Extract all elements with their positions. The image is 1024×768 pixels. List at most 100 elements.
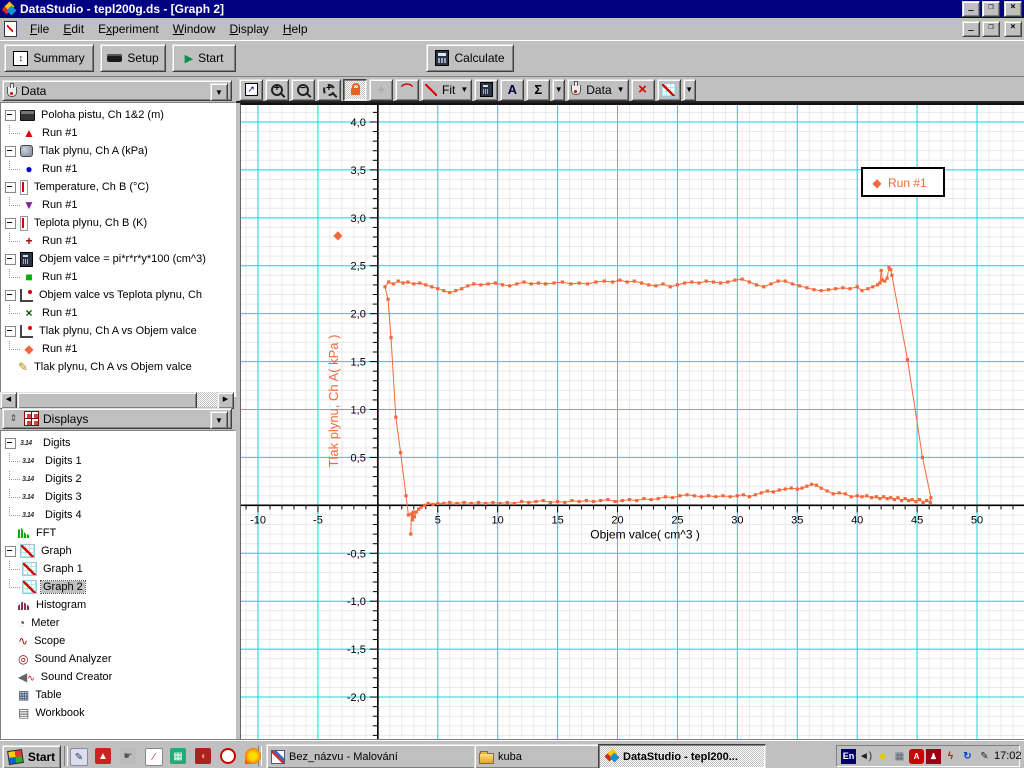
display-item-workbook[interactable]: ▤ Workbook: [1, 704, 235, 722]
data-panel-dropdown[interactable]: ▼: [210, 83, 228, 101]
data-item-0[interactable]: Poloha pistu, Ch 1&2 (m): [1, 106, 235, 124]
tray-scheduler-icon[interactable]: ▦: [892, 749, 907, 764]
menu-window[interactable]: Window: [166, 19, 223, 39]
quicklaunch-handheld-calc-icon[interactable]: ▦: [170, 748, 186, 764]
display-item-graph[interactable]: Graph: [1, 542, 235, 560]
data-run-2[interactable]: ▼ Run #1: [1, 196, 235, 214]
displays-panel-dropdown[interactable]: ▼: [210, 411, 228, 429]
tray-red-app-icon[interactable]: ♟: [926, 748, 941, 764]
taskbar-start-button[interactable]: Start: [2, 745, 61, 768]
smart-tool-button[interactable]: [343, 78, 367, 101]
display-item-digits-1[interactable]: 3.14 Digits 1: [1, 452, 235, 470]
display-item-digits[interactable]: 3.14 Digits: [1, 434, 235, 452]
fit-menu-button[interactable]: Fit ▼: [421, 78, 473, 101]
delete-button[interactable]: ×: [630, 78, 655, 101]
data-item-5[interactable]: Objem valce vs Teplota plynu, Ch: [1, 286, 235, 304]
calculator-button[interactable]: [474, 78, 499, 101]
scroll-right-button[interactable]: ▶: [217, 392, 234, 409]
data-run-5[interactable]: × Run #1: [1, 304, 235, 322]
calculate-button[interactable]: Calculate: [426, 44, 514, 72]
display-item-fft[interactable]: FFT: [1, 524, 235, 542]
tray-update-icon[interactable]: ↻: [960, 749, 975, 764]
menu-help[interactable]: Help: [276, 19, 315, 39]
data-item-2[interactable]: Temperature, Ch B (°C): [1, 178, 235, 196]
data-run-1[interactable]: ● Run #1: [1, 160, 235, 178]
display-item-digits-2[interactable]: 3.14 Digits 2: [1, 470, 235, 488]
expander-icon[interactable]: [5, 181, 16, 193]
graph-document-icon[interactable]: [4, 21, 17, 37]
expander-icon[interactable]: [5, 253, 16, 265]
task-button-paint[interactable]: Bez_názvu - Malování: [266, 744, 476, 768]
data-item-7[interactable]: ✎ Tlak plynu, Ch A vs Objem valce: [1, 358, 235, 376]
setup-button[interactable]: Setup: [100, 44, 166, 72]
expander-icon[interactable]: [5, 109, 16, 121]
data-item-4[interactable]: Objem valce = pi*r*r*y*100 (cm^3): [1, 250, 235, 268]
menu-display[interactable]: Display: [222, 19, 275, 39]
quicklaunch-paintbrush-page-icon[interactable]: ∕: [145, 748, 163, 766]
slope-tool-button[interactable]: ⌒: [395, 78, 419, 101]
data-panel-header[interactable]: Data ▼: [2, 80, 232, 101]
data-item-3[interactable]: Teplota plynu, Ch B (K): [1, 214, 235, 232]
data-item-1[interactable]: Tlak plynu, Ch A (kPa): [1, 142, 235, 160]
data-run-3[interactable]: + Run #1: [1, 232, 235, 250]
graph-settings-dropdown-button[interactable]: ▼: [682, 78, 696, 101]
zoom-select-button[interactable]: +: [317, 78, 341, 101]
data-item-6[interactable]: Tlak plynu, Ch A vs Objem valce: [1, 322, 235, 340]
task-button-datastudio[interactable]: DataStudio - tepl200...: [598, 744, 766, 768]
datastudio-app-icon[interactable]: [1, 1, 17, 16]
display-item-histogram[interactable]: Histogram: [1, 596, 235, 614]
data-menu-button[interactable]: Data ▼: [567, 78, 629, 101]
expander-icon[interactable]: [5, 545, 16, 557]
data-run-0[interactable]: ▲ Run #1: [1, 124, 235, 142]
close-button[interactable]: ×: [1004, 1, 1022, 17]
menu-experiment[interactable]: Experiment: [91, 19, 166, 39]
displays-panel-header[interactable]: ⇕ Displays ▼: [2, 408, 232, 429]
quicklaunch-dragon-icon[interactable]: ◖: [195, 748, 211, 764]
menu-edit[interactable]: Edit: [56, 19, 91, 39]
minimize-button[interactable]: _: [962, 1, 980, 17]
menu-file[interactable]: File: [23, 19, 56, 39]
display-item-digits-4[interactable]: 3.14 Digits 4: [1, 506, 235, 524]
statistics-dropdown-button[interactable]: ▼: [552, 78, 566, 101]
start-button[interactable]: ▶ Start: [172, 44, 236, 72]
data-tree-hscrollbar[interactable]: ◀ ▶: [0, 392, 234, 409]
text-tool-button[interactable]: A: [500, 78, 525, 101]
quicklaunch-hand-tool-icon[interactable]: ☛: [120, 748, 136, 764]
mdi-restore-button[interactable]: ❐: [982, 21, 1000, 37]
xy-tool-button[interactable]: +: [369, 78, 393, 101]
restore-button[interactable]: ❐: [982, 1, 1000, 17]
zoom-in-button[interactable]: +: [265, 78, 289, 101]
statistics-button[interactable]: Σ: [526, 78, 551, 101]
tray-pen-icon[interactable]: ✎: [977, 749, 992, 764]
display-item-sound-creator[interactable]: ◀∿ Sound Creator: [1, 668, 235, 686]
mdi-minimize-button[interactable]: _: [962, 21, 980, 37]
tray-power-icon[interactable]: ϟ: [943, 749, 958, 764]
display-item-scope[interactable]: ∿ Scope: [1, 632, 235, 650]
scroll-thumb[interactable]: [17, 392, 197, 409]
scale-to-fit-button[interactable]: ↗: [239, 78, 263, 101]
data-run-6[interactable]: ◆ Run #1: [1, 340, 235, 358]
zoom-out-button[interactable]: −: [291, 78, 315, 101]
tray-ati-icon[interactable]: A: [909, 748, 924, 764]
quicklaunch-flame-icon[interactable]: [245, 748, 261, 764]
keyboard-layout-indicator[interactable]: En: [841, 748, 856, 764]
scroll-left-button[interactable]: ◀: [0, 392, 17, 409]
display-item-sound-analyzer[interactable]: ◎ Sound Analyzer: [1, 650, 235, 668]
quicklaunch-acrobat-icon[interactable]: ▲: [95, 748, 111, 764]
mdi-close-button[interactable]: ×: [1004, 21, 1022, 37]
task-button-folder[interactable]: kuba: [474, 744, 604, 768]
display-item-graph-2[interactable]: Graph 2: [1, 578, 235, 596]
quicklaunch-opera-icon[interactable]: [220, 748, 236, 764]
graph-settings-button[interactable]: [656, 78, 681, 101]
summary-button[interactable]: ↕ Summary: [4, 44, 94, 72]
expander-icon[interactable]: [5, 325, 16, 337]
quicklaunch-mail-pencil-icon[interactable]: ✎: [70, 748, 88, 766]
tray-volume-icon[interactable]: ◄): [858, 749, 873, 764]
expander-icon[interactable]: [5, 217, 16, 229]
expander-icon[interactable]: [5, 289, 16, 301]
display-item-meter[interactable]: ◔ Meter: [1, 614, 235, 632]
tray-yellow-tool-icon[interactable]: ◆: [875, 749, 890, 764]
data-run-4[interactable]: ■ Run #1: [1, 268, 235, 286]
sort-updown-icon[interactable]: ⇕: [7, 411, 20, 426]
graph-plot-area[interactable]: -10 -5 5 10 15 20 25 30 35 40 45 50 4,0 3,5 3,0 2,5 2,0 1…: [240, 103, 1024, 740]
